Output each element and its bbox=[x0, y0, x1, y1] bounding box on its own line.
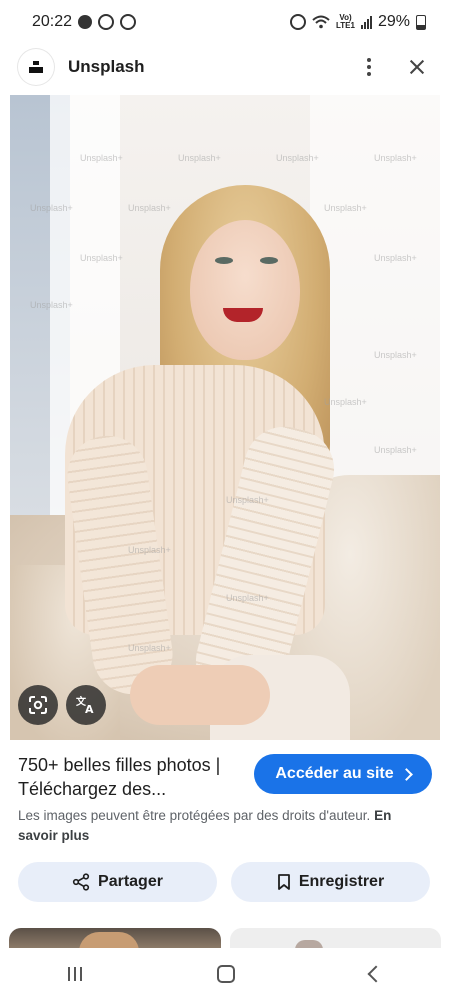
watermark: Unsplash+ bbox=[128, 545, 171, 555]
translate-button[interactable]: 文 A bbox=[66, 685, 106, 725]
watermark: Unsplash+ bbox=[324, 203, 367, 213]
wifi-icon bbox=[312, 15, 330, 29]
bookmark-icon bbox=[277, 874, 290, 890]
chevron-right-icon bbox=[399, 767, 413, 781]
watermark: Unsplash+ bbox=[276, 153, 319, 163]
close-icon[interactable] bbox=[402, 52, 432, 82]
unsplash-logo-icon bbox=[29, 61, 43, 73]
main-image[interactable]: Unsplash+ Unsplash+ Unsplash+ Unsplash+ … bbox=[10, 95, 440, 740]
battery-icon bbox=[416, 14, 426, 30]
status-right: Vo) LTE1 29% bbox=[290, 13, 426, 31]
status-time: 20:22 bbox=[32, 13, 73, 30]
watermark: Unsplash+ bbox=[226, 593, 269, 603]
watermark: Unsplash+ bbox=[178, 153, 221, 163]
watermark: Unsplash+ bbox=[324, 397, 367, 407]
watermark: Unsplash+ bbox=[374, 350, 417, 360]
system-nav-bar bbox=[0, 948, 450, 1000]
unsplash-logo[interactable] bbox=[18, 49, 54, 85]
watermark: Unsplash+ bbox=[226, 495, 269, 505]
lens-search-button[interactable] bbox=[18, 685, 58, 725]
share-label: Partager bbox=[98, 873, 163, 890]
sync-notification-icon bbox=[98, 14, 115, 30]
share-button[interactable]: Partager bbox=[18, 862, 217, 902]
watermark: Unsplash+ bbox=[128, 203, 171, 213]
svg-text:A: A bbox=[85, 703, 94, 715]
source-title[interactable]: Unsplash bbox=[68, 57, 354, 77]
visit-site-button[interactable]: Accéder au site bbox=[254, 754, 432, 794]
watermark: Unsplash+ bbox=[80, 153, 123, 163]
watermark: Unsplash+ bbox=[374, 253, 417, 263]
home-icon[interactable] bbox=[216, 965, 235, 983]
watermark: Unsplash+ bbox=[374, 153, 417, 163]
share-icon bbox=[72, 873, 90, 891]
status-left: 20:22 bbox=[32, 13, 137, 31]
watermark: Unsplash+ bbox=[30, 300, 73, 310]
translate-icon: 文 A bbox=[76, 695, 94, 715]
volte-indicator: Vo) LTE1 bbox=[336, 14, 355, 30]
alarm-notification-icon bbox=[120, 14, 137, 30]
volte-bottom: LTE1 bbox=[336, 21, 355, 30]
copyright-text: Les images peuvent être protégées par de… bbox=[18, 808, 371, 823]
visit-site-label: Accéder au site bbox=[275, 765, 394, 782]
watermark: Unsplash+ bbox=[30, 203, 73, 213]
watermark: Unsplash+ bbox=[80, 253, 123, 263]
battery-percent: 29% bbox=[377, 13, 410, 30]
watermark: Unsplash+ bbox=[374, 445, 417, 455]
status-bar: 20:22 Vo) LTE1 29% bbox=[0, 0, 450, 44]
result-title[interactable]: 750+ belles filles photos | Téléchargez … bbox=[18, 753, 243, 801]
signal-icon bbox=[360, 15, 372, 29]
chat-notification-icon bbox=[78, 15, 93, 29]
watermark: Unsplash+ bbox=[128, 643, 171, 653]
app-header: Unsplash bbox=[0, 44, 450, 90]
recents-icon[interactable] bbox=[67, 967, 82, 981]
related-image-thumbnail[interactable] bbox=[230, 928, 441, 948]
save-button[interactable]: Enregistrer bbox=[231, 862, 430, 902]
save-label: Enregistrer bbox=[298, 873, 385, 890]
back-icon[interactable] bbox=[367, 965, 385, 983]
more-options-icon[interactable] bbox=[354, 52, 384, 82]
related-image-thumbnail[interactable] bbox=[9, 928, 221, 948]
copyright-notice: Les images peuvent être protégées par de… bbox=[18, 806, 433, 846]
lens-icon bbox=[29, 696, 47, 714]
alarm-icon bbox=[290, 14, 306, 30]
